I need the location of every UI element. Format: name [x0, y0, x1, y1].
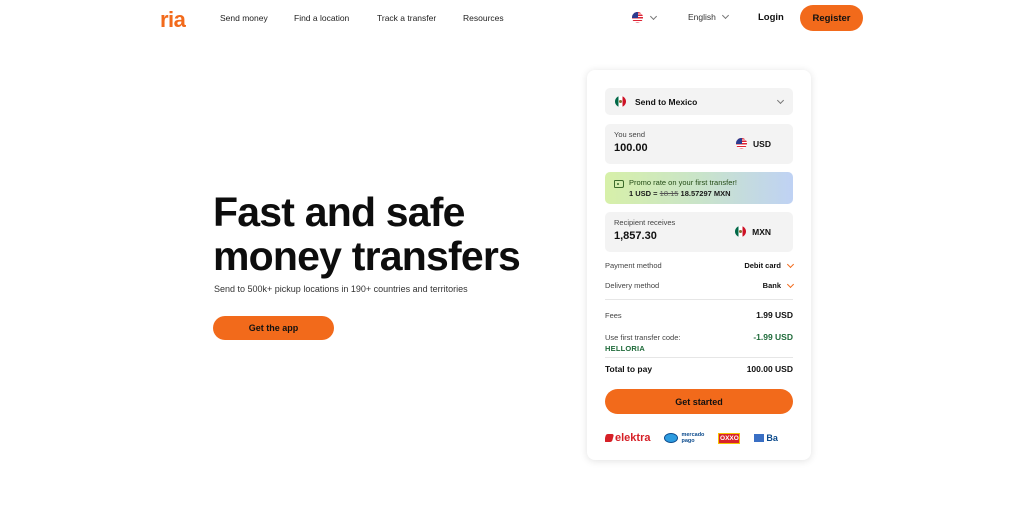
destination-selector[interactable]: Send to Mexico [605, 88, 793, 115]
hero-title: Fast and safe money transfers [213, 190, 573, 278]
get-app-button[interactable]: Get the app [213, 316, 334, 340]
country-selector[interactable] [632, 12, 658, 23]
language-label: English [688, 12, 716, 22]
bank-logo: Ba [754, 433, 778, 443]
destination-label: Send to Mexico [635, 96, 698, 107]
handshake-icon [664, 433, 679, 443]
nav-track-transfer[interactable]: Track a transfer [377, 13, 436, 23]
bank-mark-icon [754, 434, 765, 442]
partner-logos: elektra mercado pago OXXO Ba [605, 426, 811, 450]
bank-text: Ba [766, 433, 778, 443]
tag-icon [614, 180, 624, 188]
get-started-button[interactable]: Get started [605, 389, 793, 414]
delivery-method-value: Bank [762, 281, 781, 290]
fees-row: Fees 1.99 USD [605, 310, 793, 320]
nav-resources[interactable]: Resources [463, 13, 504, 23]
hero-title-line1: Fast and safe [213, 189, 465, 235]
chevron-down-icon [786, 260, 795, 268]
transfer-calculator: Send to Mexico You send 100.00 USD Promo… [587, 70, 811, 460]
send-amount-box[interactable]: You send 100.00 USD [605, 124, 793, 164]
send-currency: USD [753, 138, 771, 149]
mexico-flag-icon [735, 226, 747, 237]
recipient-currency: MXN [752, 226, 771, 237]
payment-method-row: Payment method Debit card [605, 260, 795, 270]
us-flag-icon [736, 138, 748, 149]
ria-logo[interactable]: ria [160, 7, 186, 33]
promo-new-rate: 18.57297 MXN [680, 189, 731, 198]
payment-method-selector[interactable]: Debit card [744, 260, 795, 270]
promo-banner: Promo rate on your first transfer! 1 USD… [605, 172, 793, 204]
promo-headline: Promo rate on your first transfer! [629, 178, 737, 187]
send-currency-selector[interactable]: USD [736, 138, 771, 149]
chevron-down-icon [721, 11, 729, 20]
elektra-mark-icon [605, 434, 615, 442]
total-value: 100.00 USD [746, 364, 793, 374]
hero-subtitle: Send to 500k+ pickup locations in 190+ c… [214, 284, 468, 294]
first-code-row: Use first transfer code: -1.99 USD [605, 332, 793, 342]
language-selector[interactable]: English [688, 11, 729, 22]
elektra-text: elektra [615, 432, 651, 444]
promo-rate: 1 USD = 18.15 18.57297 MXN [629, 189, 785, 198]
chevron-down-icon [786, 280, 795, 288]
fees-label: Fees [605, 310, 622, 320]
total-label: Total to pay [605, 364, 653, 374]
promo-old-rate: 18.15 [659, 189, 679, 198]
delivery-method-label: Delivery method [605, 281, 660, 290]
total-row: Total to pay 100.00 USD [605, 364, 793, 374]
fees-value: 1.99 USD [756, 310, 793, 320]
mercado-pago-line2: pago [681, 438, 695, 444]
delivery-method-row: Delivery method Bank [605, 280, 795, 290]
delivery-method-selector[interactable]: Bank [762, 280, 795, 290]
divider [605, 357, 793, 358]
promo-rate-prefix: 1 USD = [629, 189, 658, 198]
mercado-pago-logo: mercado pago [664, 432, 704, 444]
mexico-flag-icon [615, 96, 626, 107]
first-code-label: Use first transfer code: [605, 332, 681, 342]
promo-code: HELLORIA [605, 344, 645, 353]
nav-find-location[interactable]: Find a location [294, 13, 349, 23]
hero-title-line2: money transfers [213, 233, 521, 279]
register-button[interactable]: Register [800, 5, 863, 31]
elektra-logo: elektra [605, 432, 650, 444]
mercado-pago-text: mercado pago [681, 432, 704, 444]
nav-send-money[interactable]: Send money [220, 13, 268, 23]
recipient-amount-box[interactable]: Recipient receives 1,857.30 MXN [605, 212, 793, 252]
chevron-down-icon [776, 96, 785, 104]
first-code-discount: -1.99 USD [753, 332, 793, 342]
oxxo-logo: OXXO [718, 432, 741, 444]
divider [605, 299, 793, 300]
recipient-currency-selector[interactable]: MXN [735, 226, 771, 237]
chevron-down-icon [649, 12, 658, 20]
payment-method-value: Debit card [744, 261, 781, 270]
login-link[interactable]: Login [758, 12, 784, 23]
payment-method-label: Payment method [605, 261, 662, 270]
us-flag-icon [632, 12, 643, 23]
